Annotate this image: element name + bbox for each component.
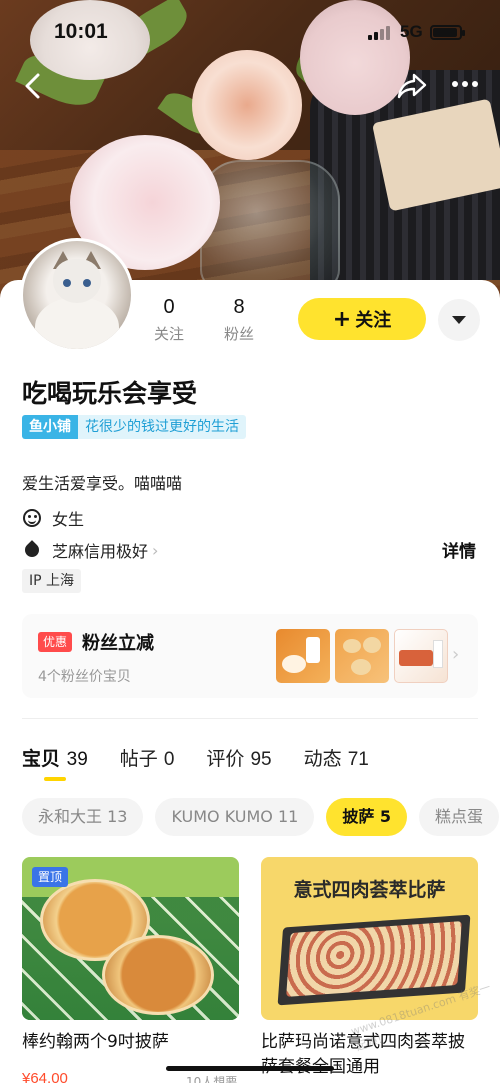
promo-title: 粉丝立减 bbox=[82, 633, 154, 654]
dropdown-icon bbox=[452, 316, 466, 324]
ip-location: IP 上海 bbox=[22, 569, 82, 593]
back-icon[interactable] bbox=[22, 72, 44, 105]
pinned-badge: 置顶 bbox=[32, 867, 69, 887]
promo-badge: 优惠 bbox=[38, 632, 73, 652]
stat-followers[interactable]: 8 粉丝 bbox=[224, 296, 254, 344]
plus-icon: + bbox=[332, 306, 352, 332]
bio-text: 爱生活爱享受。喵喵喵 bbox=[22, 474, 183, 493]
tab-activity[interactable]: 动态 71 bbox=[304, 744, 369, 771]
want-count: 10人想要 bbox=[186, 1075, 238, 1083]
status-bar: 10:01 5G bbox=[0, 0, 500, 60]
tab-items[interactable]: 宝贝 39 bbox=[22, 744, 88, 781]
product-price: ¥64.00 bbox=[22, 1070, 68, 1083]
credit-text: 芝麻信用极好 bbox=[52, 542, 149, 561]
tab-reviews[interactable]: 评价 95 bbox=[206, 744, 271, 771]
tab-count: 39 bbox=[66, 749, 88, 770]
chevron-right-icon: › bbox=[452, 644, 460, 665]
follow-button[interactable]: + 关注 bbox=[298, 298, 426, 340]
promo-thumb bbox=[276, 629, 330, 683]
shop-slogan: 花很少的钱过更好的生活 bbox=[78, 415, 246, 439]
divider bbox=[22, 718, 478, 719]
category-chips: 永和大王 13 KUMO KUMO 11 披萨 5 糕点蛋 bbox=[22, 798, 500, 836]
tab-label: 宝贝 bbox=[22, 748, 61, 770]
share-icon[interactable] bbox=[396, 72, 428, 105]
shop-tag: 鱼小铺 bbox=[22, 415, 78, 439]
signal-icon bbox=[368, 26, 390, 40]
product-image-text: 意式四肉荟萃比萨 bbox=[293, 879, 446, 901]
tab-posts[interactable]: 帖子 0 bbox=[120, 744, 175, 771]
follow-label: 关注 bbox=[355, 310, 392, 331]
content-tabs: 宝贝 39 帖子 0 评价 95 动态 71 bbox=[22, 744, 369, 781]
promo-subtitle: 4个粉丝价宝贝 bbox=[38, 669, 131, 685]
credit-row[interactable]: 芝麻信用极好 › bbox=[22, 538, 158, 562]
stat-following[interactable]: 0 关注 bbox=[154, 296, 184, 344]
tab-label: 动态 bbox=[303, 748, 342, 770]
chip-yonghe[interactable]: 永和大王 13 bbox=[22, 798, 144, 836]
product-name: 棒约翰两个9吋披萨 bbox=[22, 1032, 169, 1052]
battery-icon bbox=[430, 25, 465, 40]
tab-label: 评价 bbox=[206, 748, 245, 770]
promo-thumb bbox=[394, 629, 448, 683]
shop-tag-row[interactable]: 鱼小铺 花很少的钱过更好的生活 bbox=[22, 415, 246, 439]
cover-flower bbox=[192, 50, 302, 160]
chip-kumo[interactable]: KUMO KUMO 11 bbox=[155, 798, 315, 836]
chip-pastry[interactable]: 糕点蛋 bbox=[419, 798, 500, 836]
tab-count: 71 bbox=[347, 749, 369, 770]
stat-value: 0 bbox=[163, 296, 175, 318]
network-type: 5G bbox=[400, 22, 423, 41]
product-card[interactable]: 置顶 棒约翰两个9吋披萨 bbox=[22, 857, 239, 1055]
cover-vase bbox=[200, 160, 340, 290]
home-indicator bbox=[166, 1066, 334, 1071]
gender-row: 女生 bbox=[22, 506, 84, 530]
stat-label: 关注 bbox=[154, 325, 185, 343]
chip-pizza[interactable]: 披萨 5 bbox=[326, 798, 408, 836]
sesame-credit-icon bbox=[22, 540, 42, 560]
promo-thumb bbox=[335, 629, 389, 683]
product-image: 置顶 bbox=[22, 857, 239, 1020]
details-link[interactable]: 详情 bbox=[442, 537, 476, 562]
more-icon[interactable] bbox=[450, 70, 480, 103]
tab-count: 0 bbox=[163, 749, 175, 770]
dropdown-button[interactable] bbox=[438, 299, 480, 341]
stat-value: 8 bbox=[233, 296, 245, 318]
stat-label: 粉丝 bbox=[224, 325, 255, 343]
smile-icon bbox=[23, 509, 41, 527]
gender-text: 女生 bbox=[52, 510, 85, 529]
avatar[interactable] bbox=[20, 238, 134, 352]
status-time: 10:01 bbox=[54, 20, 108, 43]
tab-count: 95 bbox=[250, 749, 272, 770]
tab-label: 帖子 bbox=[119, 748, 158, 770]
username: 吃喝玩乐会享受 bbox=[22, 379, 198, 408]
chevron-right-icon: › bbox=[152, 540, 159, 560]
fan-discount-banner[interactable]: 优惠 粉丝立减 4个粉丝价宝贝 › bbox=[22, 614, 478, 698]
